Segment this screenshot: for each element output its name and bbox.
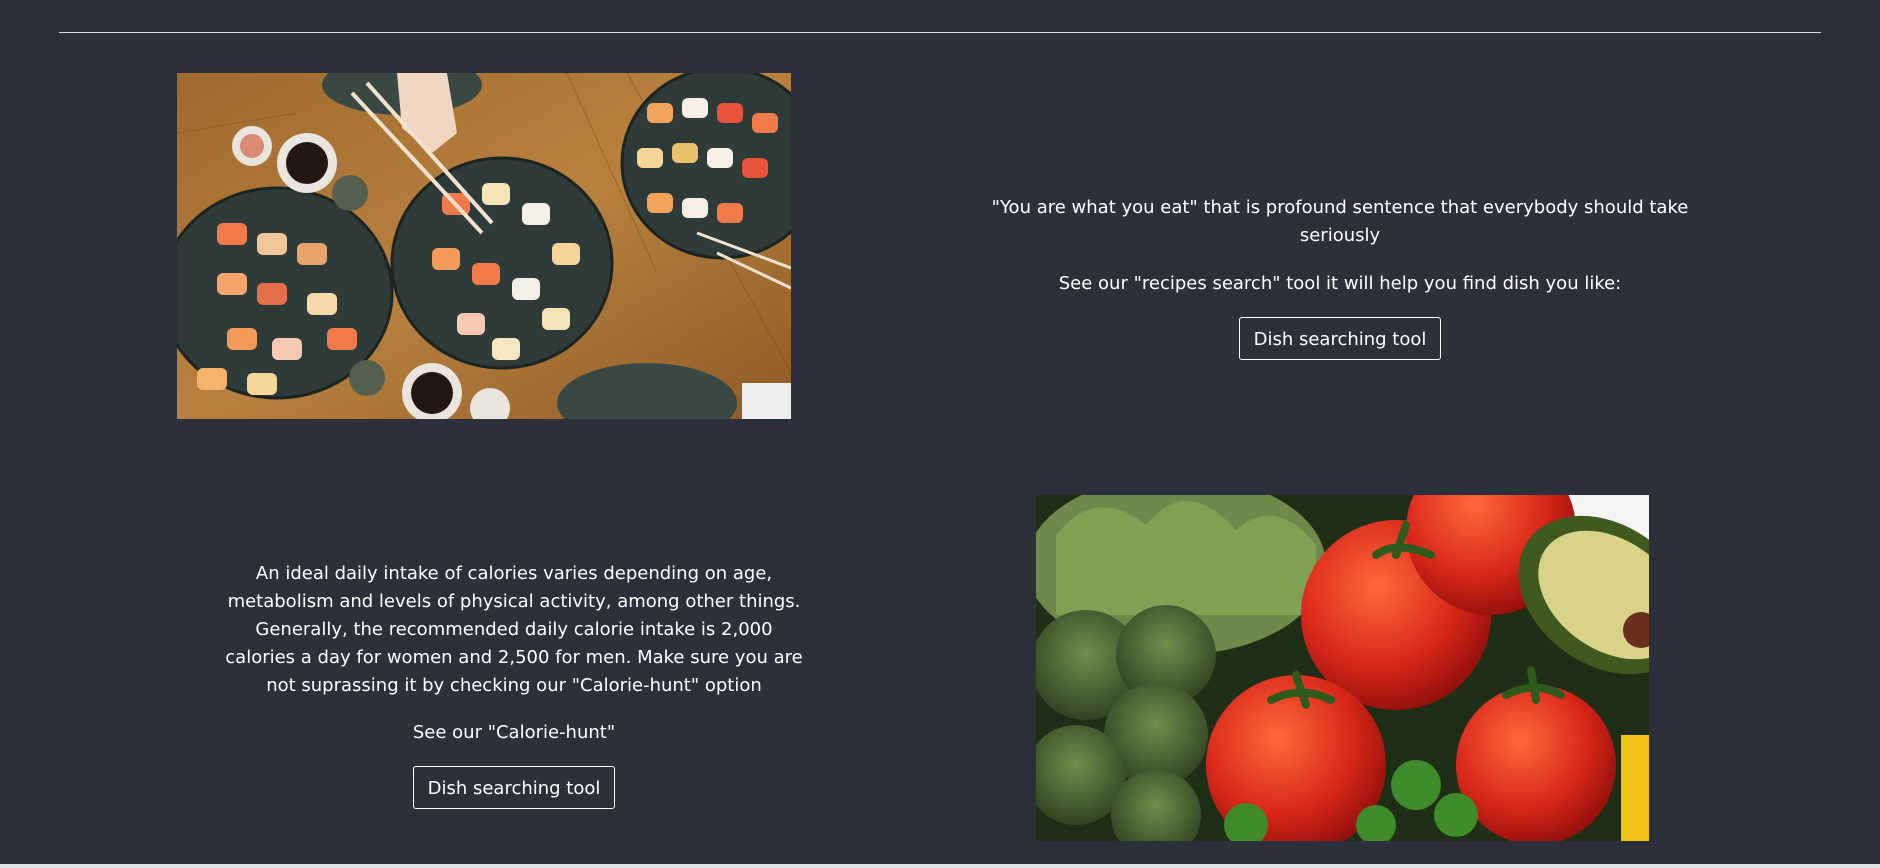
dish-searching-tool-button[interactable]: Dish searching tool bbox=[1238, 317, 1442, 360]
intro-section: "You are what you eat" that is profound … bbox=[960, 194, 1720, 360]
quote-text: "You are what you eat" that is profound … bbox=[991, 197, 1689, 246]
recipes-search-cta-text: See our "recipes search" tool it will he… bbox=[1058, 273, 1622, 294]
calorie-section: An ideal daily intake of calories varies… bbox=[224, 560, 804, 809]
calorie-info-paragraph: An ideal daily intake of calories varies… bbox=[225, 563, 803, 696]
top-divider bbox=[59, 32, 1821, 33]
vegetables-photo bbox=[1036, 495, 1649, 841]
bottom-edge bbox=[0, 864, 1880, 868]
calorie-dish-searching-tool-button[interactable]: Dish searching tool bbox=[412, 766, 616, 809]
calorie-hunt-cta-text: See our "Calorie-hunt" bbox=[412, 722, 616, 743]
sushi-photo bbox=[177, 73, 791, 419]
